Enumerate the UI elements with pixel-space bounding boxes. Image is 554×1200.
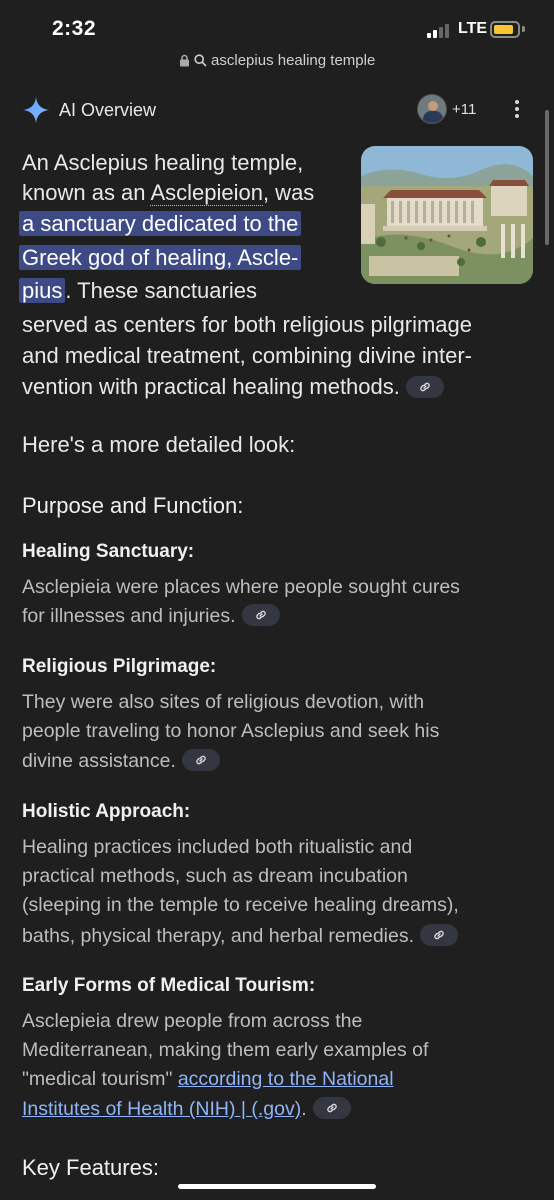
item-heading-holistic: Holistic Approach:	[22, 801, 191, 822]
sparkle-icon	[23, 97, 49, 123]
item-text: Asclepieia drew people from across the	[22, 1010, 363, 1032]
highlighted-text[interactable]: pius	[19, 278, 66, 303]
ai-overview-header: AI Overview +11	[0, 88, 554, 132]
item-text: They were also sites of religious devoti…	[22, 691, 425, 713]
link-icon	[196, 755, 206, 765]
item-text: (sleeping in the temple to receive heali…	[22, 894, 459, 916]
item-text-span: baths, physical therapy, and herbal reme…	[22, 925, 415, 947]
link-icon	[434, 930, 444, 940]
section-title-key-features: Key Features:	[22, 1155, 159, 1180]
ai-overview-title: AI Overview	[59, 100, 157, 120]
item-heading-healing: Healing Sanctuary:	[22, 541, 195, 562]
nih-source-link[interactable]: Institutes of Health (NIH) | (.gov)	[22, 1098, 301, 1120]
url-query: asclepius healing temple	[211, 52, 376, 69]
asclepieion-term[interactable]: Asclepieion	[150, 180, 263, 206]
lock-icon	[179, 54, 189, 67]
item-text: divine assistance.	[22, 749, 220, 773]
home-indicator[interactable]	[178, 1184, 376, 1189]
intro-line-7: and medical treatment, combining divine …	[22, 343, 473, 368]
network-type: LTE	[458, 20, 488, 37]
status-time: 2:32	[52, 17, 97, 40]
intro-text: vention with practical healing methods.	[22, 374, 400, 399]
intro-line-4: Greek god of healing, Ascle-	[19, 245, 302, 271]
source-link-chip[interactable]	[241, 604, 280, 626]
source-link-chip[interactable]	[312, 1097, 351, 1119]
link-icon	[255, 610, 266, 620]
intro-line-6: served as centers for both religious pil…	[22, 312, 473, 337]
signal-icon	[427, 24, 453, 38]
detail-intro: Here's a more detailed look:	[22, 432, 296, 457]
item-text-span: "medical tourism"	[22, 1068, 178, 1090]
avatar[interactable]	[417, 94, 447, 124]
intro-text: , was	[262, 180, 315, 205]
search-icon	[194, 54, 207, 67]
item-text: Healing practices included both ritualis…	[22, 836, 413, 858]
source-link-chip[interactable]	[405, 376, 444, 398]
item-text-span: .	[301, 1098, 307, 1120]
contributors-count[interactable]: +11	[452, 101, 476, 118]
item-text: Asclepieia were places where people soug…	[22, 576, 460, 598]
item-text-span: divine assistance.	[22, 750, 176, 772]
intro-line-3: a sanctuary dedicated to the	[19, 211, 302, 237]
intro-text: . These sanctuaries	[65, 278, 257, 303]
item-text: practical methods, such as dream incubat…	[22, 865, 408, 887]
scrollbar[interactable]	[545, 110, 549, 245]
source-link-chip[interactable]	[181, 749, 220, 771]
item-text: baths, physical therapy, and herbal reme…	[22, 924, 459, 948]
intro-line-5: pius. These sanctuaries	[19, 278, 257, 304]
item-text: for illnesses and injuries.	[22, 604, 280, 628]
section-title-purpose: Purpose and Function:	[22, 493, 244, 518]
nih-source-link[interactable]: according to the National	[178, 1068, 394, 1090]
url-bar[interactable]: asclepius healing temple	[0, 52, 554, 74]
intro-line-1: An Asclepius healing temple,	[22, 150, 304, 175]
intro-text: known as an	[22, 180, 151, 205]
intro-line-2: known as an Asclepieion, was	[22, 180, 314, 206]
battery-icon	[490, 21, 520, 38]
link-icon	[420, 382, 430, 392]
status-bar: 2:32 LTE	[0, 0, 554, 48]
more-vert-icon[interactable]	[513, 100, 521, 120]
item-text: Institutes of Health (NIH) | (.gov).	[22, 1097, 351, 1121]
temple-image[interactable]	[361, 146, 533, 284]
battery-tip	[522, 26, 525, 32]
item-text-span: for illnesses and injuries.	[22, 605, 236, 627]
item-text: people traveling to honor Asclepius and …	[22, 720, 440, 742]
intro-line-8: vention with practical healing methods.	[22, 374, 444, 400]
item-heading-tourism: Early Forms of Medical Tourism:	[22, 975, 316, 996]
item-text: "medical tourism" according to the Natio…	[22, 1068, 394, 1091]
item-heading-pilgrimage: Religious Pilgrimage:	[22, 656, 217, 677]
source-link-chip[interactable]	[420, 924, 459, 946]
highlighted-text[interactable]: a sanctuary dedicated to the	[19, 211, 302, 236]
link-icon	[326, 1103, 337, 1113]
item-text: Mediterranean, making them early example…	[22, 1039, 429, 1061]
highlighted-text[interactable]: Greek god of healing, Ascle-	[19, 245, 302, 270]
